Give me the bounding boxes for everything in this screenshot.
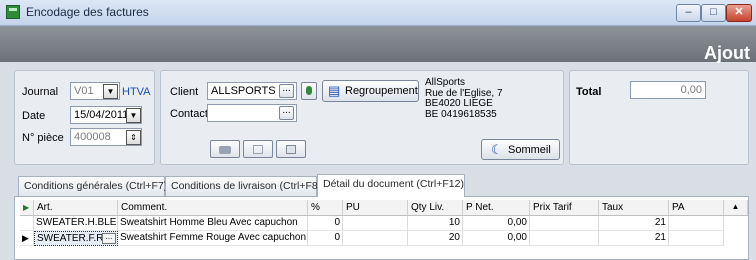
address-line: BE 0419618535 [425,108,497,120]
cell-pu[interactable] [343,216,408,231]
column-header-prix-tarif[interactable]: Prix Tarif [530,200,599,216]
cell-pct[interactable]: 0 [308,216,343,231]
mode-band [0,26,756,62]
client-lookup-icon[interactable]: ... [279,84,294,98]
client-address: AllSports Rue de l'Eglise, 7 BE4020 LIEG… [425,77,503,120]
journal-dropdown-icon[interactable]: ▼ [103,84,118,99]
cell-art[interactable]: SWEATER.F.R ... [34,231,118,246]
toolbar-icon-button[interactable] [243,140,273,158]
date-dropdown-icon[interactable]: ▼ [126,108,141,123]
cell-prix-tarif[interactable] [530,216,599,231]
toolbar-icon-button[interactable] [276,140,306,158]
cell-pa[interactable] [669,216,724,231]
cell-taux[interactable]: 21 [599,216,669,231]
tab-conditions-livraison[interactable]: Conditions de livraison (Ctrl+F8) [165,176,321,196]
piece-spinner-icon[interactable]: ⇕ [126,130,141,145]
regroupement-label: Regroupement [345,85,418,97]
cell-pct[interactable]: 0 [308,231,343,246]
tab-conditions-generales[interactable]: Conditions générales (Ctrl+F7) [18,176,167,196]
address-line: BE4020 LIEGE [425,98,493,109]
contact-lookup-icon[interactable]: ... [279,106,294,120]
cell-pnet[interactable]: 0,00 [463,216,530,231]
row-selector[interactable] [20,216,34,231]
column-header-comment[interactable]: Comment. [118,200,308,216]
mode-label: Ajout [704,43,750,63]
piece-label: N° pièce [22,132,64,144]
total-label: Total [576,86,602,98]
column-header-pct[interactable]: % [308,200,343,216]
regroupement-button[interactable]: ▤ Regroupement [322,80,419,102]
tab-detail-document[interactable]: Détail du document (Ctrl+F12) [317,174,465,197]
cell-pa[interactable] [669,231,724,246]
column-header-art[interactable]: Art. [34,200,118,216]
cell-taux[interactable]: 21 [599,231,669,246]
column-header-taux[interactable]: Taux [599,200,669,216]
sommeil-button[interactable]: ☾ Sommeil [481,139,560,160]
window-title: Encodage des factures [26,5,149,19]
close-button[interactable]: ✕ [726,4,752,22]
column-header-pnet[interactable]: P Net. [463,200,530,216]
scroll-up-icon[interactable]: ▲ [724,200,748,216]
cell-qty[interactable]: 20 [408,231,463,246]
journal-type: HTVA [122,86,151,98]
cell-comment[interactable]: Sweatshirt Femme Rouge Avec capuchon [118,231,308,246]
art-lookup-icon[interactable]: ... [102,233,116,244]
cell-art[interactable]: SWEATER.H.BLEU [34,216,118,231]
client-label: Client [170,86,199,98]
address-line: AllSports [425,77,466,88]
cell-prix-tarif[interactable] [530,231,599,246]
row-pointer-icon[interactable]: ▶ [20,231,34,246]
column-header-pa[interactable]: PA [669,200,724,216]
row-selector-header: ▶ [20,200,34,216]
regroupement-icon: ▤ [328,83,341,98]
cell-pnet[interactable]: 0,00 [463,231,530,246]
total-field: 0,00 [630,81,706,99]
date-label: Date [22,110,46,122]
app-icon [6,5,20,19]
client-info-icon[interactable] [301,82,317,100]
contact-label: Contact [170,108,208,120]
cell-pu[interactable] [343,231,408,246]
journal-label: Journal [22,86,59,98]
cell-art-text: SWEATER.F.R [37,233,104,244]
minimize-button[interactable]: – [676,4,701,22]
sommeil-label: Sommeil [508,144,551,156]
column-header-pu[interactable]: PU [343,200,408,216]
cell-comment[interactable]: Sweatshirt Homme Bleu Avec capuchon [118,216,308,231]
sommeil-icon: ☾ [491,142,503,157]
maximize-button[interactable]: □ [701,4,726,22]
column-header-qty[interactable]: Qty Liv. [408,200,463,216]
toolbar-icon-button[interactable] [210,140,240,158]
cell-qty[interactable]: 10 [408,216,463,231]
